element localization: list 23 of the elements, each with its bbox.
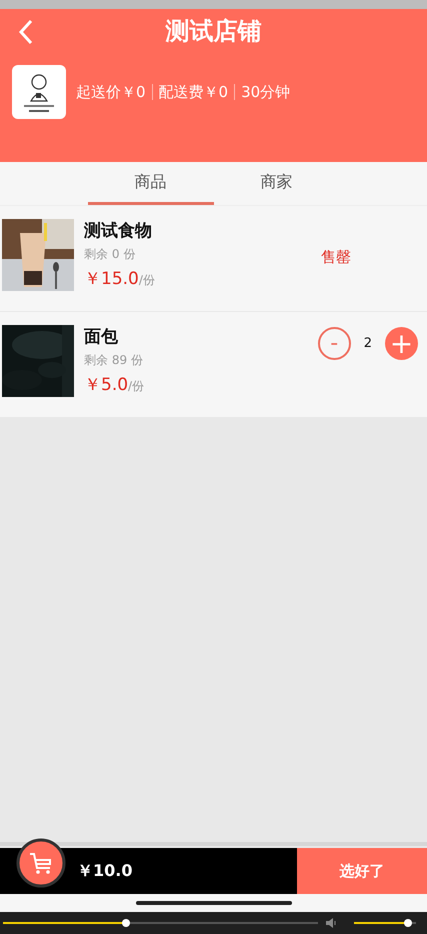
decrease-button[interactable]: - — [318, 327, 351, 360]
stock-text: 剩余 89 份 — [84, 352, 144, 369]
quantity-text: 2 — [364, 336, 372, 351]
cart-icon[interactable] — [16, 838, 66, 888]
min-order-text: 起送价￥0 — [76, 82, 146, 102]
volume-icon[interactable] — [326, 918, 338, 928]
total-price: ￥10.0 — [77, 860, 134, 882]
unit-text: /份 — [128, 378, 144, 395]
product-name: 面包 — [84, 326, 119, 348]
page-title: 测试店铺 — [166, 16, 262, 47]
product-name: 测试食物 — [84, 220, 153, 242]
price-text: ￥5.0 — [84, 374, 128, 396]
price-text: ￥15.0 — [84, 268, 139, 290]
sold-out-label: 售罄 — [321, 248, 351, 267]
shop-logo-icon — [12, 65, 66, 119]
increase-button[interactable]: + — [385, 327, 418, 360]
delivery-fee-text: 配送费￥0 — [158, 82, 228, 102]
delivery-time-text: 30分钟 — [241, 82, 290, 102]
checkout-button[interactable]: 选好了 — [297, 848, 427, 894]
tab[interactable]: 商家 — [214, 162, 340, 205]
stock-text: 剩余 0 份 — [84, 246, 136, 263]
unit-text: /份 — [138, 272, 155, 289]
back-icon[interactable] — [18, 19, 34, 45]
